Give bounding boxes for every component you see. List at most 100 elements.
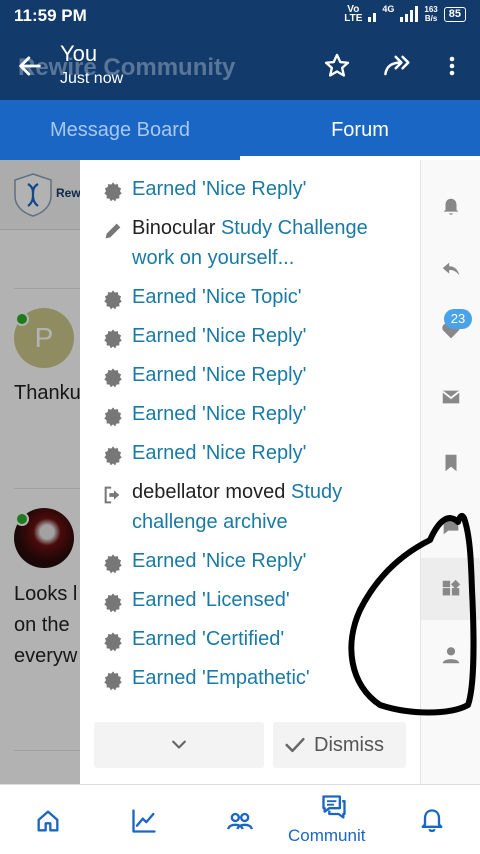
bell-icon — [443, 198, 459, 215]
notification-item[interactable]: Earned 'Nice Reply' — [80, 399, 420, 429]
badge-icon — [104, 329, 122, 349]
reply-icon — [442, 262, 460, 276]
tab-bar: Message Board Forum — [0, 100, 480, 160]
nav-groups-button[interactable] — [212, 785, 272, 854]
badge-icon — [104, 290, 122, 310]
rail-notifications-button[interactable] — [421, 176, 480, 238]
more-vertical-icon[interactable] — [440, 52, 464, 80]
notification-item[interactable]: debellator moved Study challenge archive — [80, 477, 420, 537]
tab-forum[interactable]: Forum — [240, 100, 480, 160]
notification-item[interactable]: Earned 'Licensed' — [80, 585, 420, 615]
notification-prefix: debellator moved — [132, 481, 291, 503]
status-indicators: Vo LTE 4G 163 B/s 85 — [344, 4, 466, 24]
notification-text: Binocular Study Challenge work on yourse… — [132, 213, 406, 273]
dismiss-button[interactable]: Dismiss — [273, 722, 406, 768]
notification-item[interactable]: Binocular Study Challenge work on yourse… — [80, 213, 420, 273]
notification-item[interactable]: Earned 'Nice Reply' — [80, 546, 420, 576]
badge-icon — [104, 182, 122, 202]
notification-link[interactable]: Earned 'Nice Reply' — [132, 325, 306, 347]
dismiss-label: Dismiss — [314, 734, 384, 756]
notification-link[interactable]: Earned 'Nice Reply' — [132, 178, 306, 200]
speed-unit: B/s — [424, 14, 438, 23]
notification-link[interactable]: Earned 'Certified' — [132, 628, 284, 650]
badge-icon — [104, 554, 122, 574]
status-bar: 11:59 PM Vo LTE 4G 163 B/s 85 — [0, 0, 480, 32]
network-speed: 163 B/s — [424, 5, 437, 23]
notification-text: Earned 'Nice Reply' — [132, 174, 306, 204]
rail-widgets-button[interactable] — [421, 558, 480, 620]
notifications-panel: Earned 'Nice Reply' Binocular Study Chall… — [80, 160, 420, 784]
notification-text: debellator moved Study challenge archive — [132, 477, 406, 537]
rail-bookmarks-button[interactable] — [421, 432, 480, 494]
notification-item[interactable]: Earned 'Nice Reply' — [80, 174, 420, 204]
page-subtitle: Just now — [60, 70, 124, 87]
forum-chat-icon — [322, 795, 346, 819]
chat-icon — [443, 519, 459, 535]
move-icon — [104, 486, 120, 504]
speed-value: 163 — [424, 5, 438, 14]
page-title: You — [60, 41, 98, 66]
home-icon — [37, 810, 59, 832]
lte-label: LTE — [344, 13, 363, 24]
notification-prefix: Binocular — [132, 217, 221, 239]
notification-link[interactable]: Earned 'Empathetic' — [132, 667, 310, 689]
notification-link[interactable]: Earned 'Nice Topic' — [132, 286, 302, 308]
share-icon[interactable] — [382, 52, 414, 80]
notification-item[interactable]: Earned 'Nice Reply' — [80, 360, 420, 390]
notification-link[interactable]: Earned 'Nice Reply' — [132, 403, 306, 425]
badge-icon — [104, 632, 122, 652]
signal-strength-icon — [400, 6, 419, 22]
star-icon[interactable] — [323, 52, 351, 80]
bottom-navigation: Communit — [0, 784, 480, 854]
app-header: Rewire Community You Just now — [0, 32, 480, 100]
nav-home-button[interactable] — [20, 785, 80, 854]
trending-chart-icon — [132, 809, 156, 833]
nav-trending-button[interactable] — [116, 785, 176, 854]
notification-text: Earned 'Nice Reply' — [132, 321, 306, 351]
community-title-faded: Rewire Community — [18, 54, 236, 81]
bookmark-icon — [445, 454, 457, 472]
bell-outline-icon — [421, 809, 443, 833]
groups-icon — [227, 812, 253, 830]
notification-text: Earned 'Nice Reply' — [132, 546, 306, 576]
tab-message-board[interactable]: Message Board — [0, 100, 240, 160]
mail-icon — [442, 390, 460, 404]
badge-icon — [104, 446, 122, 466]
notification-text: Earned 'Nice Topic' — [132, 282, 302, 312]
rail-chat-button[interactable] — [421, 496, 480, 558]
chevron-down-icon — [172, 740, 186, 749]
rail-profile-button[interactable] — [421, 624, 480, 686]
notification-item[interactable]: Earned 'Nice Reply' — [80, 438, 420, 468]
signal-icon — [368, 6, 377, 22]
notification-item[interactable]: Earned 'Empathetic' — [80, 663, 420, 693]
panel-footer: Dismiss — [94, 722, 406, 768]
notification-item[interactable]: Earned 'Nice Reply' — [80, 321, 420, 351]
back-arrow-icon[interactable] — [16, 52, 44, 80]
rail-replies-button[interactable] — [421, 238, 480, 300]
nav-community-label: Communit — [288, 826, 366, 845]
notification-link[interactable]: Earned 'Nice Reply' — [132, 442, 306, 464]
nav-notifications-button[interactable] — [402, 785, 462, 854]
widgets-icon — [442, 579, 461, 596]
badge-icon — [104, 671, 122, 691]
expand-button[interactable] — [94, 722, 264, 768]
badge-icon — [104, 407, 122, 427]
badge-icon — [104, 368, 122, 388]
user-icon — [442, 647, 460, 664]
signal-type: 4G — [382, 4, 395, 14]
notification-list: Earned 'Nice Reply' Binocular Study Chall… — [80, 174, 420, 702]
notification-rail: 23 — [420, 160, 480, 784]
rail-messages-button[interactable] — [421, 366, 480, 428]
notification-link[interactable]: Earned 'Nice Reply' — [132, 364, 306, 386]
notification-item[interactable]: Earned 'Certified' — [80, 624, 420, 654]
likes-count-badge: 23 — [444, 309, 472, 329]
badge-icon — [104, 593, 122, 613]
notification-text: Earned 'Nice Reply' — [132, 360, 306, 390]
notification-text: Earned 'Certified' — [132, 624, 284, 654]
notification-link[interactable]: Earned 'Nice Reply' — [132, 550, 306, 572]
status-time: 11:59 PM — [14, 6, 87, 25]
notification-item[interactable]: Earned 'Nice Topic' — [80, 282, 420, 312]
notification-link[interactable]: Earned 'Licensed' — [132, 589, 290, 611]
battery-level: 85 — [448, 7, 461, 20]
pencil-icon — [105, 223, 121, 239]
